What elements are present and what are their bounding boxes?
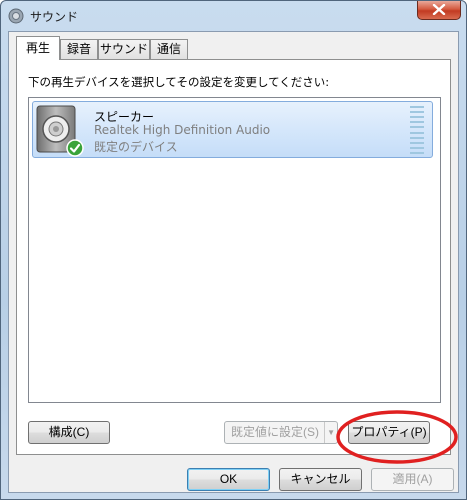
sound-dialog-window: サウンド 再生 録音 サウンド 通信 下の再生デバイスを選択してその設定を変更し…	[0, 0, 467, 500]
list-item[interactable]: スピーカー Realtek High Definition Audio 既定のデ…	[32, 101, 433, 158]
device-description: Realtek High Definition Audio	[94, 123, 271, 137]
speaker-icon	[8, 8, 24, 24]
close-button[interactable]	[417, 1, 461, 20]
window-title: サウンド	[30, 10, 79, 24]
set-default-button[interactable]: 既定値に設定(S) ▼	[224, 421, 338, 444]
set-default-label: 既定値に設定(S)	[231, 425, 319, 439]
playback-device-list[interactable]: スピーカー Realtek High Definition Audio 既定のデ…	[28, 97, 441, 403]
level-meter	[410, 106, 424, 154]
device-status: 既定のデバイス	[94, 140, 178, 154]
playback-panel: 下の再生デバイスを選択してその設定を変更してください: スピーカー Realte…	[16, 59, 451, 455]
title-bar[interactable]: サウンド	[1, 1, 466, 31]
check-icon	[66, 139, 84, 157]
tab-communications[interactable]: 通信	[150, 39, 188, 59]
instruction-text: 下の再生デバイスを選択してその設定を変更してください:	[28, 75, 330, 89]
cancel-button[interactable]: キャンセル	[279, 468, 362, 491]
tab-recording[interactable]: 録音	[60, 39, 98, 59]
ok-button[interactable]: OK	[187, 468, 270, 491]
set-default-dropdown-icon[interactable]: ▼	[324, 422, 335, 443]
tab-sounds[interactable]: サウンド	[98, 39, 150, 59]
properties-button[interactable]: プロパティ(P)	[348, 421, 430, 444]
apply-button[interactable]: 適用(A)	[371, 468, 454, 491]
close-icon	[432, 4, 446, 15]
tab-playback[interactable]: 再生	[16, 36, 60, 60]
dialog-client-area: 再生 録音 サウンド 通信 下の再生デバイスを選択してその設定を変更してください…	[8, 31, 459, 493]
configure-button[interactable]: 構成(C)	[28, 421, 110, 444]
